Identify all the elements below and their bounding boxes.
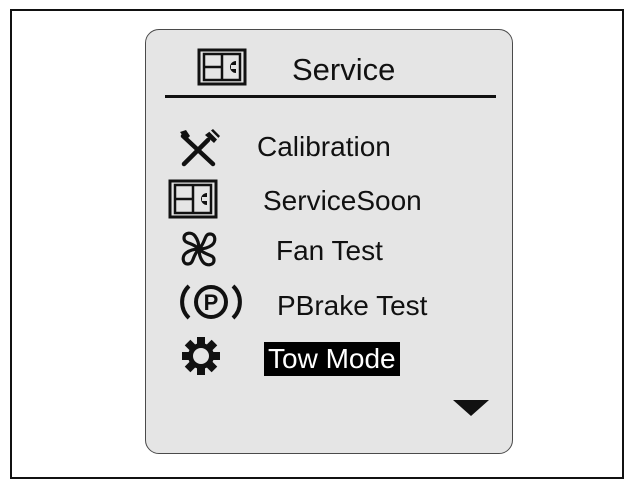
service-book-icon [168, 179, 218, 219]
page-title: Service [292, 52, 396, 87]
menu-item-service-soon[interactable]: ServiceSoon [146, 175, 512, 223]
gear-icon [182, 337, 220, 375]
title-divider [165, 95, 496, 98]
menu-item-label: ServiceSoon [263, 185, 422, 216]
svg-text:P: P [204, 290, 219, 315]
menu-item-label: Tow Mode [264, 342, 400, 376]
menu-item-label: PBrake Test [277, 290, 428, 321]
fan-icon [181, 231, 217, 267]
menu-item-calibration[interactable]: Calibration [146, 123, 512, 171]
menu-item-label: Fan Test [276, 235, 383, 266]
menu-item-fan-test[interactable]: Fan Test [146, 226, 512, 274]
wrench-screwdriver-icon [180, 129, 220, 167]
display-screen: Service Calibration ServiceSoon Fan Test… [145, 29, 513, 454]
menu-item-label: Calibration [257, 131, 391, 162]
menu-item-pbrake-test[interactable]: P PBrake Test [146, 280, 512, 328]
menu-item-tow-mode[interactable]: Tow Mode [146, 333, 512, 381]
service-book-icon [197, 48, 247, 86]
parking-brake-icon: P [180, 284, 242, 320]
scroll-down-arrow-icon[interactable] [453, 400, 489, 418]
